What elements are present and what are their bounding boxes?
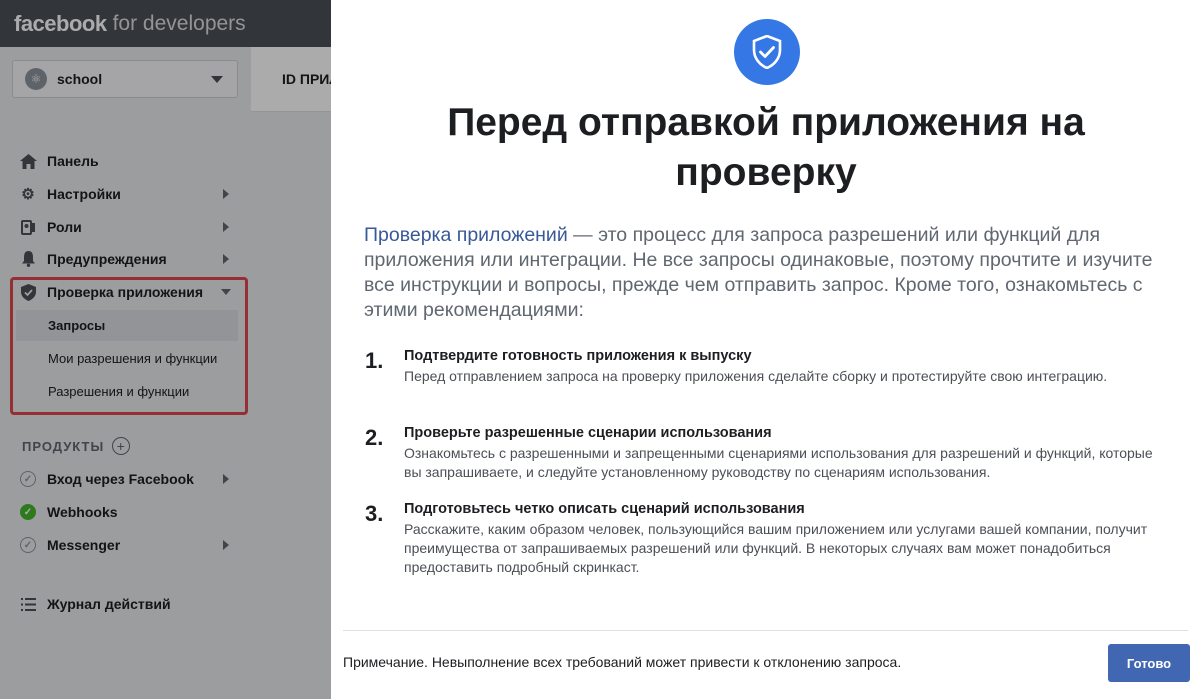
step-description: Расскажите, каким образом человек, польз… [404,521,1148,575]
step-title: Подтвердите готовность приложения к выпу… [404,348,752,364]
intro-paragraph: Проверка приложений — это процесс для за… [364,223,1164,323]
step-description: Ознакомьтесь с разрешенными и запрещенны… [404,445,1153,480]
step-description: Перед отправлением запроса на проверку п… [404,368,1108,384]
footer-divider [343,630,1188,631]
step-title: Подготовьтесь четко описать сценарий исп… [404,501,805,517]
app-review-link[interactable]: Проверка приложений [364,224,568,246]
step-number: 2. [365,425,384,450]
modal-title: Перед отправкой приложения на проверку [447,101,1085,194]
modal-backdrop[interactable] [0,0,331,699]
shield-check-icon [734,19,800,85]
step-number: 3. [365,501,384,526]
step-number: 1. [365,348,384,373]
footer-note: Примечание. Невыполнение всех требований… [343,654,902,670]
step-title: Проверьте разрешенные сценарии использов… [404,425,772,441]
done-button[interactable]: Готово [1108,644,1190,682]
app-review-modal: Перед отправкой приложения на проверку П… [331,0,1200,699]
